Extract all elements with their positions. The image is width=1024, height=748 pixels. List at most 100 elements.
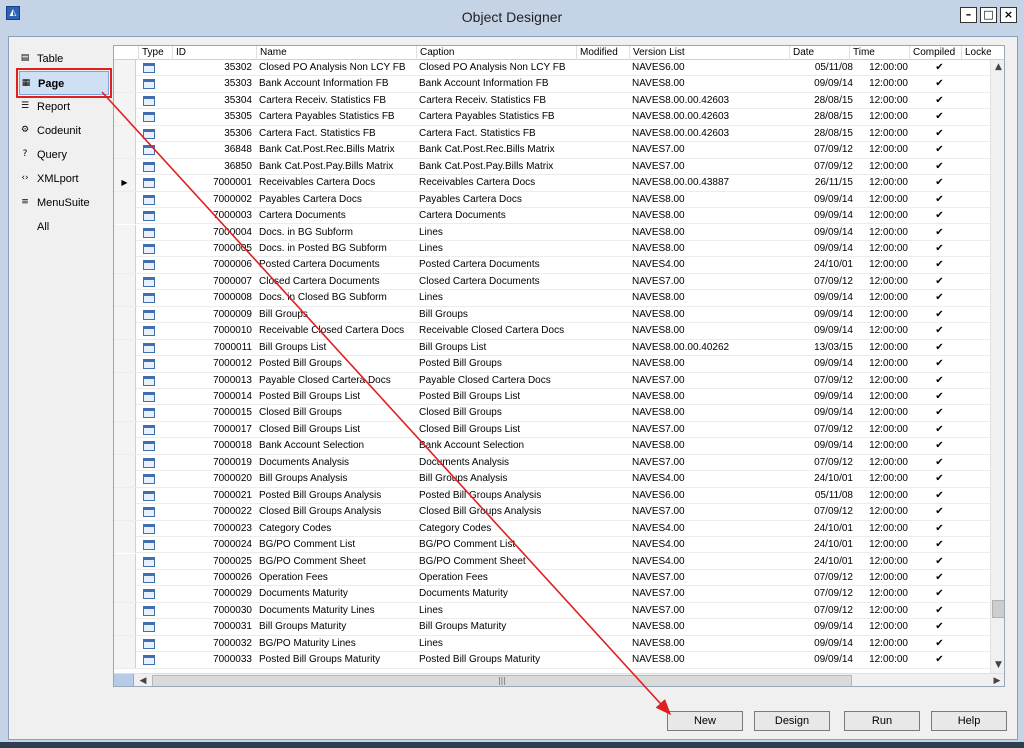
row-selector[interactable] bbox=[114, 109, 136, 126]
table-row[interactable]: 7000021 Posted Bill Groups Analysis Posted… bbox=[114, 487, 990, 505]
table-row[interactable]: 7000023 Category Codes Category Codes NAVES… bbox=[114, 520, 990, 538]
table-row[interactable]: 7000006 Posted Cartera Documents Posted Ca… bbox=[114, 257, 990, 274]
table-row[interactable]: 7000032 BG/PO Maturity Lines Lines NAVES8.0… bbox=[114, 635, 990, 653]
table-row[interactable]: 7000015 Closed Bill Groups Closed Bill Gro… bbox=[114, 405, 990, 422]
table-row[interactable]: 7000033 Posted Bill Groups Maturity Posted… bbox=[114, 652, 990, 669]
table-row[interactable]: 7000020 Bill Groups Analysis Bill Groups A… bbox=[114, 471, 990, 488]
row-selector[interactable] bbox=[114, 602, 136, 619]
help-button[interactable]: Help bbox=[931, 711, 1007, 731]
row-selector[interactable] bbox=[114, 76, 136, 93]
row-selector[interactable] bbox=[114, 306, 136, 323]
horizontal-scroll-thumb[interactable]: ||| bbox=[152, 675, 852, 686]
column-header-date[interactable]: Date bbox=[789, 46, 857, 60]
table-row[interactable]: 7000013 Payable Closed Cartera Docs Payabl… bbox=[114, 372, 990, 389]
table-row[interactable]: 7000011 Bill Groups List Bill Groups List N… bbox=[114, 339, 990, 357]
row-selector[interactable] bbox=[114, 142, 136, 159]
table-row[interactable]: 7000007 Closed Cartera Documents Closed Ca… bbox=[114, 273, 990, 291]
scroll-down-icon[interactable]: ▼ bbox=[991, 658, 1004, 673]
table-row[interactable]: 36850 Bank Cat.Post.Pay.Bills Matrix Bank … bbox=[114, 158, 990, 176]
column-header-id[interactable]: ID bbox=[172, 46, 252, 60]
row-selector[interactable] bbox=[114, 619, 136, 636]
row-selector[interactable]: ▶ bbox=[114, 175, 136, 192]
table-row[interactable]: 7000030 Documents Maturity Lines Lines NAVE… bbox=[114, 602, 990, 620]
row-selector[interactable] bbox=[114, 372, 136, 389]
sidebar-item-all[interactable]: All bbox=[19, 215, 109, 239]
row-selector[interactable] bbox=[114, 569, 136, 586]
table-row[interactable]: 7000012 Posted Bill Groups Posted Bill Gro… bbox=[114, 356, 990, 373]
vertical-scrollbar[interactable]: ▲ ▼ bbox=[990, 60, 1004, 673]
row-selector[interactable] bbox=[114, 635, 136, 652]
table-row[interactable]: 7000025 BG/PO Comment Sheet BG/PO Comment … bbox=[114, 553, 990, 570]
column-header-compiled[interactable]: Compiled bbox=[909, 46, 961, 60]
minimize-button[interactable]: – bbox=[960, 7, 977, 23]
table-row[interactable]: 7000004 Docs. in BG Subform Lines NAVES8.00… bbox=[114, 224, 990, 241]
row-selector[interactable] bbox=[114, 553, 136, 570]
table-row[interactable]: 7000019 Documents Analysis Documents Analy… bbox=[114, 454, 990, 472]
table-row[interactable]: ▶ 7000001 Receivables Cartera Docs Receivab… bbox=[114, 175, 990, 192]
scroll-right-icon[interactable]: ▶ bbox=[990, 674, 1004, 686]
table-row[interactable]: 7000022 Closed Bill Groups Analysis Closed… bbox=[114, 504, 990, 521]
table-row[interactable]: 36848 Bank Cat.Post.Rec.Bills Matrix Bank … bbox=[114, 142, 990, 159]
row-selector[interactable] bbox=[114, 208, 136, 225]
row-selector[interactable] bbox=[114, 504, 136, 521]
row-selector[interactable] bbox=[114, 92, 136, 109]
table-row[interactable]: 7000029 Documents Maturity Documents Matur… bbox=[114, 586, 990, 603]
row-selector[interactable] bbox=[114, 471, 136, 488]
column-header-time[interactable]: Time bbox=[849, 46, 909, 60]
table-row[interactable]: 7000014 Posted Bill Groups List Posted Bil… bbox=[114, 389, 990, 406]
sidebar-item-menusuite[interactable]: ≡ MenuSuite bbox=[19, 191, 109, 215]
column-header-type[interactable]: Type bbox=[138, 46, 170, 60]
row-selector[interactable] bbox=[114, 421, 136, 438]
vertical-scroll-thumb[interactable] bbox=[992, 600, 1004, 618]
sidebar-item-xmlport[interactable]: ‹› XMLport bbox=[19, 167, 109, 191]
design-button[interactable]: Design bbox=[754, 711, 830, 731]
row-selector[interactable] bbox=[114, 537, 136, 554]
table-row[interactable]: 35306 Cartera Fact. Statistics FB Cartera … bbox=[114, 125, 990, 143]
table-row[interactable]: 7000009 Bill Groups Bill Groups NAVES8.00 09… bbox=[114, 306, 990, 324]
column-header-locked[interactable]: Locked bbox=[961, 46, 991, 60]
table-row[interactable]: 7000018 Bank Account Selection Bank Accoun… bbox=[114, 438, 990, 455]
row-selector[interactable] bbox=[114, 257, 136, 274]
close-button[interactable]: × bbox=[1000, 7, 1017, 23]
sidebar-item-codeunit[interactable]: ⚙ Codeunit bbox=[19, 119, 109, 143]
row-selector[interactable] bbox=[114, 158, 136, 175]
table-row[interactable]: 35305 Cartera Payables Statistics FB Carte… bbox=[114, 109, 990, 126]
row-selector[interactable] bbox=[114, 487, 136, 504]
row-selector[interactable] bbox=[114, 389, 136, 405]
table-row[interactable]: 7000002 Payables Cartera Docs Payables Car… bbox=[114, 191, 990, 209]
row-selector[interactable] bbox=[114, 224, 136, 241]
scroll-up-icon[interactable]: ▲ bbox=[991, 60, 1004, 75]
column-header-version-list[interactable]: Version List bbox=[629, 46, 789, 60]
row-selector[interactable] bbox=[114, 240, 136, 257]
scroll-left-icon[interactable]: ◀ bbox=[136, 674, 150, 686]
sidebar-item-query[interactable]: ? Query bbox=[19, 143, 109, 167]
column-header-caption[interactable]: Caption bbox=[416, 46, 576, 60]
row-selector[interactable] bbox=[114, 339, 136, 356]
table-row[interactable]: 7000031 Bill Groups Maturity Bill Groups M… bbox=[114, 619, 990, 636]
row-selector[interactable] bbox=[114, 652, 136, 669]
row-selector[interactable] bbox=[114, 323, 136, 340]
sidebar-item-report[interactable]: ☰ Report bbox=[19, 95, 109, 119]
row-selector[interactable] bbox=[114, 191, 136, 208]
table-row[interactable]: 35303 Bank Account Information FB Bank Acc… bbox=[114, 76, 990, 93]
run-button[interactable]: Run bbox=[844, 711, 920, 731]
row-selector[interactable] bbox=[114, 60, 136, 76]
table-row[interactable]: 7000008 Docs. in Closed BG Subform Lines NA… bbox=[114, 290, 990, 307]
new-button[interactable]: New bbox=[667, 711, 743, 731]
table-row[interactable]: 7000010 Receivable Closed Cartera Docs Rec… bbox=[114, 323, 990, 340]
row-selector[interactable] bbox=[114, 290, 136, 307]
row-selector[interactable] bbox=[114, 454, 136, 471]
table-row[interactable]: 7000017 Closed Bill Groups List Closed Bil… bbox=[114, 421, 990, 439]
table-row[interactable]: 7000024 BG/PO Comment List BG/PO Comment L… bbox=[114, 537, 990, 554]
table-row[interactable]: 7000003 Cartera Documents Cartera Document… bbox=[114, 208, 990, 225]
row-selector[interactable] bbox=[114, 405, 136, 422]
table-row[interactable]: 35304 Cartera Receiv. Statistics FB Carter… bbox=[114, 92, 990, 110]
row-selector[interactable] bbox=[114, 125, 136, 142]
row-selector[interactable] bbox=[114, 586, 136, 603]
row-selector[interactable] bbox=[114, 356, 136, 373]
sidebar-item-page[interactable]: ▦ Page bbox=[16, 68, 112, 98]
horizontal-scrollbar[interactable]: ◀ ||| ▶ bbox=[114, 673, 1004, 686]
row-selector[interactable] bbox=[114, 520, 136, 537]
table-row[interactable]: 35302 Closed PO Analysis Non LCY FB Closed… bbox=[114, 60, 990, 77]
table-row[interactable]: 7000005 Docs. in Posted BG Subform Lines NA… bbox=[114, 240, 990, 258]
